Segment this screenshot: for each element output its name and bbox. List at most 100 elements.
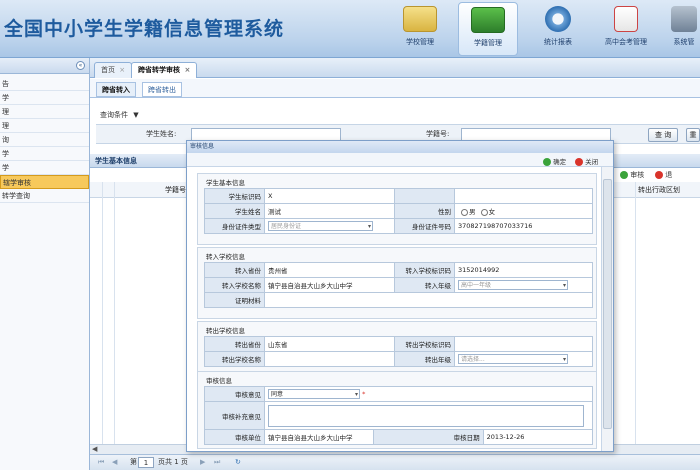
field-label: 审核意见 [204, 386, 265, 402]
review-table: 审核意见 同意 ▾ * 审核补充意见 审核单位 镇宁县自治县大山乡大山中学 审核日… [204, 386, 594, 445]
sidebar-item[interactable]: 理 [0, 119, 89, 133]
tab-bar: 首页 × 跨省转学审核 × [90, 58, 700, 78]
review-unit-value: 镇宁县自治县大山乡大山中学 [263, 429, 375, 445]
field-label: 学生标识码 [204, 188, 265, 204]
grid-divider [114, 182, 115, 444]
tab-transfer-review[interactable]: 跨省转学审核 × [131, 62, 198, 78]
reject-icon [655, 171, 663, 179]
subtab-bar: 跨省转入 跨省转出 [90, 79, 700, 98]
grid-divider [102, 182, 103, 444]
close-icon[interactable]: × [119, 66, 125, 74]
dialog-close-button[interactable]: 关闭 [575, 156, 598, 166]
sidebar-item[interactable]: 学 [0, 147, 89, 161]
nav-school-management[interactable]: 学校管理 [390, 2, 450, 56]
scroll-left-icon[interactable]: ◀ [92, 445, 97, 453]
chevron-down-icon: ▼ [133, 111, 139, 119]
chevron-down-icon: ▾ [562, 356, 566, 363]
close-icon [575, 158, 583, 166]
section-title: 学生基本信息 [206, 179, 245, 187]
field-label: 转出年级 [394, 351, 455, 367]
col-student-no[interactable]: 学籍号 [165, 182, 186, 198]
student-info-table: 学生标识码 X 学生姓名 测试 性别 男 女 身份证件类型 居民身份证 ▾ 身份证 [204, 188, 593, 234]
sidebar-item[interactable]: 理 [0, 105, 89, 119]
prev-page-icon[interactable]: ◀ [112, 455, 117, 470]
pager: ⏮ ◀ 第 1 页共 1 页 ▶ ⏭ ↻ [90, 454, 700, 470]
sidebar-item[interactable]: 学 [0, 91, 89, 105]
supplement-cell [264, 401, 593, 430]
gender-male-radio[interactable] [461, 208, 468, 216]
sidebar-item[interactable]: 学 [0, 161, 89, 175]
sidebar-item-transfer-query[interactable]: 转学查询 [0, 189, 89, 203]
nav-system-management[interactable]: 系统管 [664, 2, 700, 56]
field-label: 审核日期 [373, 429, 484, 445]
first-page-icon[interactable]: ⏮ [98, 455, 104, 470]
gender-female-radio[interactable] [480, 208, 488, 216]
field-label: 转出学校名称 [204, 351, 265, 367]
review-date-value: 2013-12-26 [482, 429, 594, 445]
dialog-vertical-scrollbar[interactable] [601, 167, 613, 451]
section-title: 转出学校信息 [206, 327, 245, 335]
student-name-label: 学生姓名: [146, 130, 177, 138]
close-icon[interactable]: × [184, 66, 190, 74]
review-opinion-cell: 同意 ▾ * [264, 386, 593, 402]
review-opinion-select[interactable]: 同意 ▾ [268, 389, 360, 399]
next-page-icon[interactable]: ▶ [200, 455, 205, 470]
reject-button[interactable]: 退 [655, 170, 672, 180]
field-label: 性别 [394, 203, 455, 219]
section-title: 转入学校信息 [206, 253, 245, 261]
school-building-icon [403, 6, 437, 32]
refresh-icon[interactable]: ↻ [235, 455, 241, 470]
field-label: 审核单位 [204, 429, 265, 445]
sidebar-item[interactable]: 询 [0, 133, 89, 147]
field-label: 转入年级 [394, 277, 455, 293]
transfer-in-school-name: 镇宁县自治县大山乡大山中学 [264, 277, 395, 293]
query-section-title[interactable]: 查询条件 ▼ [100, 110, 139, 120]
id-type-cell: 居民身份证 ▾ [264, 218, 395, 234]
id-type-select[interactable]: 居民身份证 ▾ [268, 221, 373, 231]
tab-home[interactable]: 首页 × [94, 62, 133, 78]
dialog-ok-button[interactable]: 确定 [543, 156, 566, 166]
check-icon [543, 158, 551, 166]
page-total: 页共 1 页 [158, 458, 188, 466]
grid-divider [635, 182, 636, 444]
student-name-value: 测试 [264, 203, 395, 219]
transfer-in-table: 转入省份 贵州省 转入学校标识码 3152014992 转入学校名称 镇宁县自治… [204, 262, 593, 308]
transfer-out-table: 转出省份 山东省 转出学校标识码 转出学校名称 转出年级 请选择... ▾ [204, 336, 593, 367]
sidebar: « 告 学 理 理 询 学 学 辖学审核 转学查询 [0, 58, 90, 470]
student-info-section: 学生基本信息 学生标识码 X 学生姓名 测试 性别 男 女 身份证件类型 居民身… [197, 173, 597, 245]
app-title: 全国中小学生学籍信息管理系统 [4, 18, 285, 40]
check-icon [620, 171, 628, 179]
collapse-icon[interactable]: « [76, 61, 85, 70]
subtab-transfer-in[interactable]: 跨省转入 [96, 82, 136, 97]
nav-exam-management[interactable]: 高中会考管理 [596, 2, 656, 56]
transfer-in-grade-select[interactable]: 高中一年级 ▾ [458, 280, 568, 290]
sidebar-item[interactable]: 告 [0, 77, 89, 91]
required-mark: * [362, 390, 366, 398]
subtab-transfer-out[interactable]: 跨省转出 [142, 82, 182, 97]
scroll-thumb[interactable] [603, 179, 612, 429]
field-label: 转出省份 [204, 336, 265, 352]
nav-statistics[interactable]: 统计报表 [528, 2, 588, 56]
sidebar-item-transfer-review[interactable]: 辖学审核 [0, 175, 89, 189]
transfer-in-school-code: 3152014992 [454, 262, 593, 278]
student-no-label: 学籍号: [426, 130, 450, 138]
field-label: 身份证件号码 [394, 218, 455, 234]
dialog-toolbar: 确定 关闭 [187, 153, 613, 167]
reset-button[interactable]: 重 [686, 128, 700, 142]
page-number-input[interactable]: 1 [138, 457, 154, 468]
supplement-textarea[interactable] [268, 404, 584, 427]
approve-button[interactable]: 审核 [620, 170, 644, 180]
student-id-value: X [264, 188, 395, 204]
search-button[interactable]: 查 询 [648, 128, 679, 142]
statistics-report-icon [545, 6, 571, 32]
last-page-icon[interactable]: ⏭ [214, 455, 220, 470]
gender-radio-group: 男 女 [454, 203, 593, 219]
field-label: 转入学校名称 [204, 277, 265, 293]
exam-management-icon [614, 6, 638, 32]
transfer-out-grade-select[interactable]: 请选择... ▾ [458, 354, 568, 364]
nav-student-records[interactable]: 学籍管理 [458, 2, 518, 56]
field-label: 学生姓名 [204, 203, 265, 219]
sidebar-header: « [0, 58, 89, 74]
field-label: 身份证件类型 [204, 218, 265, 234]
col-transfer-area[interactable]: 转出行政区划 [638, 182, 680, 198]
